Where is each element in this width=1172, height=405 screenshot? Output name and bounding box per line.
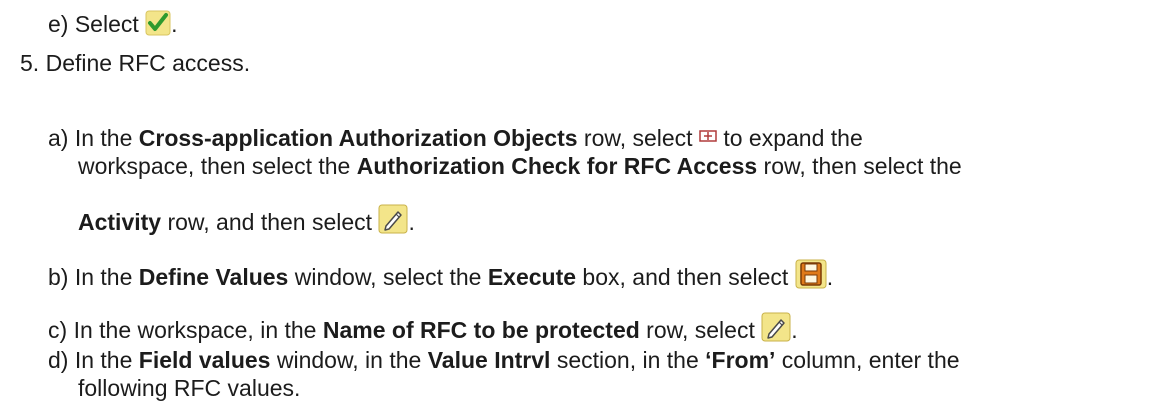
save-icon: [795, 259, 827, 289]
substep-a-bold-3: Activity: [78, 209, 162, 235]
substep-c-line: c) In the workspace, in the Name of RFC …: [48, 308, 798, 344]
substep-a-text-3: to expand the: [716, 125, 863, 151]
substep-d-line1: d) In the Field values window, in the Va…: [48, 346, 960, 374]
step-e-line: e) Select .: [48, 6, 178, 38]
substep-c-marker: c): [48, 317, 68, 343]
substep-c-text-2: row, select: [639, 317, 762, 343]
substep-a-line3: Activity row, and then select .: [78, 200, 415, 236]
step-e-end: .: [171, 11, 178, 37]
expand-tree-icon: [699, 128, 717, 144]
substep-d-bold-3: ‘From’: [705, 347, 776, 373]
substep-b-bold-1: Define Values: [138, 264, 289, 290]
substep-a-end: .: [408, 209, 415, 235]
substep-c-text-1: In the workspace, in the: [73, 317, 323, 343]
substep-a-marker: a): [48, 125, 69, 151]
substep-b-text-1: In the: [74, 264, 139, 290]
checkmark-icon: [145, 10, 171, 36]
document-page: e) Select . 5. Define RFC access. a) In …: [0, 0, 1172, 405]
step5-marker: 5.: [20, 50, 40, 76]
step-e-text: Select: [74, 11, 139, 37]
step-e-marker: e): [48, 11, 69, 37]
substep-d-text-1: In the: [74, 347, 139, 373]
substep-a-text-4: workspace, then select the: [78, 153, 357, 179]
substep-b-marker: b): [48, 264, 69, 290]
substep-a-text-5: row, then select the: [757, 153, 962, 179]
substep-a-text-2: row, select: [577, 125, 699, 151]
step5-text: Define RFC access.: [45, 50, 251, 76]
substep-b-line: b) In the Define Values window, select t…: [48, 255, 833, 291]
substep-a-line1: a) In the Cross-application Authorizatio…: [48, 124, 863, 152]
substep-d-text-3: section, in the: [550, 347, 706, 373]
substep-b-text-3: box, and then select: [576, 264, 795, 290]
substep-c-bold-1: Name of RFC to be protected: [322, 317, 640, 343]
step5-line: 5. Define RFC access.: [20, 49, 250, 77]
substep-d-marker: d): [48, 347, 69, 373]
substep-d-text-2: window, in the: [270, 347, 428, 373]
pencil-edit-icon: [378, 204, 408, 234]
pencil-edit-icon: [761, 312, 791, 342]
substep-d-text-4: column, enter the: [775, 347, 960, 373]
substep-c-end: .: [791, 317, 798, 343]
substep-a-bold-2: Authorization Check for RFC Access: [356, 153, 758, 179]
substep-a-text-1: In the: [74, 125, 139, 151]
substep-d-line2: following RFC values.: [78, 374, 300, 402]
substep-a-bold-1: Cross-application Authorization Objects: [138, 125, 578, 151]
substep-d-text-5: following RFC values.: [78, 375, 301, 401]
substep-d-bold-2: Value Intrvl: [427, 347, 551, 373]
substep-d-bold-1: Field values: [138, 347, 271, 373]
substep-a-text-6: row, and then select: [161, 209, 379, 235]
substep-a-line2: workspace, then select the Authorization…: [78, 152, 962, 180]
substep-b-bold-2: Execute: [487, 264, 577, 290]
substep-b-end: .: [826, 264, 834, 290]
substep-b-text-2: window, select the: [288, 264, 488, 290]
